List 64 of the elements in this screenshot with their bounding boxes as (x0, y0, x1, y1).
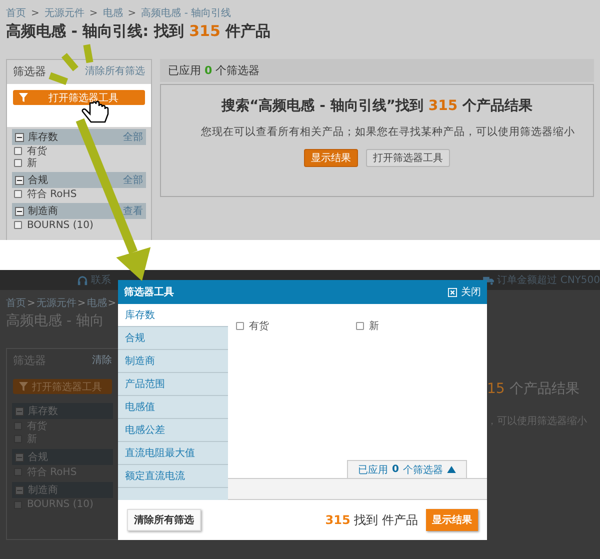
breadcrumb-link[interactable]: 电感 (86, 296, 107, 310)
shipping-notice: 订单金额超过 CNY500 (497, 274, 600, 287)
breadcrumb-separator: > (89, 8, 98, 18)
collapse-icon[interactable] (15, 176, 24, 184)
filter-group-header[interactable]: 合规 (12, 449, 113, 465)
filter-group-header[interactable]: 库存数 全部 (12, 129, 146, 145)
breadcrumb-link[interactable]: 无源元件 (36, 296, 76, 310)
open-filter-tool-button[interactable]: 打开筛选器工具 (366, 149, 450, 167)
group-action-link[interactable]: 全部 (123, 173, 143, 187)
breadcrumb-separator: > (31, 8, 40, 18)
option-label: 有货 (27, 145, 47, 158)
show-results-button[interactable]: 显示结果 (304, 149, 358, 167)
open-filter-tool-button[interactable]: 打开筛选器工具 (13, 90, 145, 105)
show-results-button[interactable]: 显示结果 (426, 509, 478, 531)
breadcrumb-separator: > (27, 298, 36, 308)
close-button[interactable]: 关闭 (448, 285, 481, 299)
option-label: 符合 RoHS (27, 188, 77, 201)
panel-title: 筛选器 (13, 64, 46, 78)
results-count: 315 找到 件产品 (325, 512, 418, 528)
close-icon (448, 288, 457, 296)
breadcrumb-link[interactable]: 高频电感 - 轴向引线 (141, 6, 232, 20)
breadcrumb-link[interactable]: 电感 (102, 6, 123, 20)
applied-filters-tab[interactable]: 已应用 0 个筛选器 (347, 460, 467, 478)
checkbox[interactable] (236, 322, 244, 330)
option-label: BOURNS (10) (27, 220, 94, 230)
contact-link[interactable]: 联系 (91, 273, 112, 287)
clear-filters-link[interactable]: 清除 (92, 353, 112, 367)
collapse-icon[interactable] (15, 206, 24, 216)
group-action-link[interactable]: 全部 (123, 130, 143, 144)
filter-group-header[interactable]: 库存数 (12, 403, 113, 419)
results-message: 您现在可以查看所有相关产品；如果您在寻找某种产品，可以使用筛选器缩小 (200, 125, 575, 139)
open-filter-tool-button[interactable]: 打开筛选器工具 (13, 379, 112, 394)
filter-group-header[interactable]: 制造商 查看 (12, 203, 146, 219)
dialog-title: 筛选器工具 (124, 286, 174, 299)
breadcrumb-link[interactable]: 首页 (6, 296, 26, 310)
option-label: 新 (369, 320, 379, 333)
filter-icon (19, 382, 28, 391)
checkbox[interactable] (14, 147, 22, 155)
caret-up-icon (447, 466, 456, 473)
filter-icon (19, 93, 28, 102)
applied-filters-bar: 已应用 0 个筛选器 (160, 59, 594, 82)
clear-all-filters-button[interactable]: 清除所有筛选 (127, 509, 201, 531)
breadcrumb-separator: > (108, 298, 116, 308)
category-tab[interactable]: 库存数 (118, 304, 228, 327)
checkbox[interactable] (14, 159, 22, 167)
pointing-hand-icon (82, 100, 109, 123)
results-heading: 搜索“高频电感 - 轴向引线”找到 315 个产品结果 (222, 97, 532, 115)
highlight-rays-drawing (46, 41, 94, 86)
filter-group-header[interactable]: 制造商 (12, 482, 113, 498)
checkbox[interactable] (14, 221, 22, 229)
breadcrumb-link[interactable]: 无源元件 (44, 6, 84, 20)
checkbox[interactable] (14, 190, 22, 198)
group-action-link[interactable]: 查看 (123, 204, 143, 218)
option-label: 有货 (249, 320, 269, 333)
filter-group-header[interactable]: 合规 全部 (12, 172, 146, 188)
breadcrumb-separator: > (77, 298, 86, 308)
breadcrumb-separator: > (128, 8, 136, 18)
clear-filters-link[interactable]: 清除所有筛选 (85, 64, 145, 78)
breadcrumb-link[interactable]: 首页 (6, 6, 26, 20)
collapse-icon[interactable] (15, 132, 24, 142)
option-label: 新 (27, 156, 37, 170)
page-title: 高频电感 - 轴向引线: 找到 315 件产品 (6, 22, 272, 41)
checkbox[interactable] (356, 322, 364, 330)
headset-icon (77, 274, 88, 286)
